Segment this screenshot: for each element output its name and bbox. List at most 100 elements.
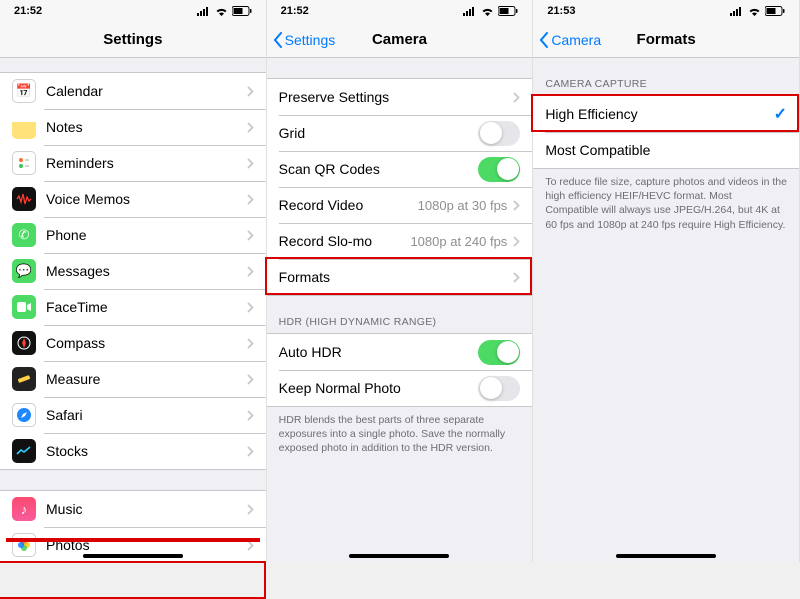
row-label: FaceTime [46,299,241,315]
status-time: 21:53 [547,5,575,17]
home-indicator[interactable] [616,554,716,558]
home-indicator[interactable] [349,554,449,558]
row-stocks[interactable]: Stocks [0,433,266,469]
row-calendar[interactable]: 📅 Calendar [0,73,266,109]
formats-footer: To reduce file size, capture photos and … [533,169,799,232]
chevron-right-icon [247,302,254,313]
row-label: Compass [46,335,241,351]
chevron-right-icon [247,504,254,515]
chevron-left-icon [273,32,283,48]
nav-header: Camera Formats [533,22,799,58]
row-music[interactable]: ♪ Music [0,491,266,527]
page-title: Settings [103,31,162,48]
nav-header: Settings Camera [267,22,533,58]
settings-list[interactable]: 📅 Calendar Notes Reminders Voice Memos ✆P… [0,58,266,562]
row-phone[interactable]: ✆Phone [0,217,266,253]
row-compass[interactable]: Compass [0,325,266,361]
row-label: Reminders [46,155,241,171]
row-grid[interactable]: Grid [267,115,533,151]
hdr-section-header: HDR (HIGH DYNAMIC RANGE) [267,296,533,333]
row-label: Music [46,501,241,517]
row-label: Stocks [46,443,241,459]
compass-icon [12,331,36,355]
row-scan-qr[interactable]: Scan QR Codes [267,151,533,187]
scan-qr-toggle[interactable] [478,157,520,182]
highlight-box [0,561,266,599]
row-high-efficiency[interactable]: High Efficiency✓ [533,96,799,132]
page-title: Formats [637,31,696,48]
chevron-right-icon [247,194,254,205]
chevron-right-icon [247,540,254,551]
back-label: Camera [551,32,601,48]
row-label: Phone [46,227,241,243]
chevron-right-icon [247,410,254,421]
settings-screen: 21:52 Settings 📅 Calendar Notes Reminders… [0,0,267,562]
detail-text: 1080p at 240 fps [410,234,507,249]
formats-group: High Efficiency✓ Most Compatible [533,95,799,169]
capture-section-header: CAMERA CAPTURE [533,58,799,95]
auto-hdr-toggle[interactable] [478,340,520,365]
home-indicator[interactable] [83,554,183,558]
row-keep-normal[interactable]: Keep Normal Photo [267,370,533,406]
detail-text: 1080p at 30 fps [418,198,508,213]
status-bar: 21:53 [533,0,799,22]
row-most-compatible[interactable]: Most Compatible [533,132,799,168]
row-label: Calendar [46,83,241,99]
messages-icon: 💬 [12,259,36,283]
row-preserve-settings[interactable]: Preserve Settings [267,79,533,115]
row-facetime[interactable]: FaceTime [0,289,266,325]
row-label: Record Slo-mo [279,233,405,249]
formats-list[interactable]: CAMERA CAPTURE High Efficiency✓ Most Com… [533,58,799,562]
status-bar: 21:52 [0,0,266,22]
row-messages[interactable]: 💬 Messages [0,253,266,289]
row-label: Photos [46,537,241,553]
chevron-right-icon [247,338,254,349]
camera-settings-screen: 21:52 Settings Camera Preserve Settings … [267,0,534,562]
hdr-section-footer: HDR blends the best parts of three separ… [267,407,533,456]
measure-icon [12,367,36,391]
row-label: Scan QR Codes [279,161,479,177]
row-label: Measure [46,371,241,387]
chevron-right-icon [513,92,520,103]
status-indicators [197,6,252,16]
grid-toggle[interactable] [478,121,520,146]
row-record-video[interactable]: Record Video1080p at 30 fps [267,187,533,223]
voice-memos-icon [12,187,36,211]
row-reminders[interactable]: Reminders [0,145,266,181]
row-label: Formats [279,269,508,285]
status-indicators [730,6,785,16]
chevron-right-icon [247,446,254,457]
page-title: Camera [372,31,427,48]
status-time: 21:52 [281,5,309,17]
back-button[interactable]: Camera [539,32,601,48]
row-label: Notes [46,119,241,135]
photos-icon [12,533,36,557]
row-label: Safari [46,407,241,423]
row-measure[interactable]: Measure [0,361,266,397]
status-indicators [463,6,518,16]
row-formats[interactable]: Formats [267,259,533,295]
chevron-right-icon [513,236,520,247]
row-notes[interactable]: Notes [0,109,266,145]
keep-normal-toggle[interactable] [478,376,520,401]
row-auto-hdr[interactable]: Auto HDR [267,334,533,370]
chevron-right-icon [247,374,254,385]
reminders-icon [12,151,36,175]
music-icon: ♪ [12,497,36,521]
checkmark-icon: ✓ [774,104,787,124]
chevron-right-icon [247,86,254,97]
calendar-icon: 📅 [12,79,36,103]
row-label: Messages [46,263,241,279]
camera-group-main: Preserve Settings Grid Scan QR Codes Rec… [267,78,533,296]
row-voice-memos[interactable]: Voice Memos [0,181,266,217]
row-label: Voice Memos [46,191,241,207]
status-time: 21:52 [14,5,42,17]
camera-settings-list[interactable]: Preserve Settings Grid Scan QR Codes Rec… [267,58,533,562]
back-button[interactable]: Settings [273,32,336,48]
status-bar: 21:52 [267,0,533,22]
row-safari[interactable]: Safari [0,397,266,433]
nav-header: Settings [0,22,266,58]
chevron-right-icon [513,200,520,211]
row-record-slomo[interactable]: Record Slo-mo 1080p at 240 fps [267,223,533,259]
settings-group-apps: 📅 Calendar Notes Reminders Voice Memos ✆P… [0,72,266,470]
